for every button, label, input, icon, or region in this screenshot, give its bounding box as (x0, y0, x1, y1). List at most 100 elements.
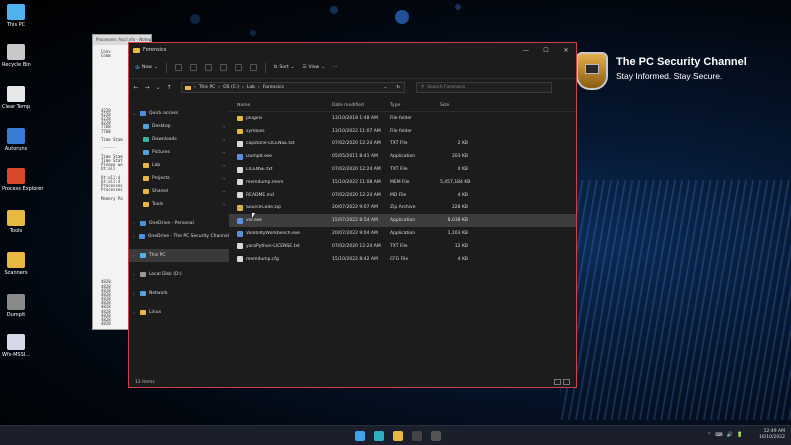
file-row[interactable]: README.md 07/02/2020 12:24 AM MD File 4 KB (229, 189, 576, 202)
nav-item[interactable]: ⌄ Quick access (129, 107, 229, 120)
file-type: Zip Archive (390, 205, 416, 211)
breadcrumb-this-pc[interactable]: This PC (199, 85, 215, 90)
tiles-view-button[interactable] (563, 379, 570, 385)
file-row[interactable]: capstone-LICENSE.txt 07/02/2020 12:24 AM T… (229, 138, 576, 151)
desktop-icon[interactable]: Recycle Bin (2, 44, 31, 68)
nav-item[interactable]: › This PC (129, 249, 229, 262)
window-title: Forensics (143, 47, 167, 53)
column-header-type[interactable]: Type (390, 103, 440, 108)
desktop-icon[interactable]: Clear Temp (2, 86, 30, 110)
nav-item[interactable]: Pictures ⊸ (129, 146, 229, 159)
document-icon (237, 243, 243, 250)
terminal-icon[interactable] (412, 431, 422, 441)
new-button[interactable]: ⊕ New ⌄ (135, 64, 158, 71)
clock[interactable]: 12:49 AM 16/10/2022 (759, 429, 785, 441)
nav-item-label: OneDrive - The PC Security Channel (147, 234, 229, 239)
column-header-size[interactable]: Size (440, 103, 468, 108)
paste-icon[interactable] (204, 64, 212, 71)
navigation-pane: ⌄ Quick access Desktop ⊸ Downloads ⊸ Pictures ⊸… (129, 99, 229, 377)
column-header-date[interactable]: Date modified (332, 103, 390, 108)
folder-icon (237, 128, 243, 134)
recent-chevron-icon[interactable]: ⌄ (155, 84, 161, 91)
file-row[interactable]: SourceCode.zip 20/07/2022 9:07 AM Zip Arch… (229, 202, 576, 215)
title-bar[interactable]: Forensics — ☐ ✕ (129, 43, 576, 57)
refresh-icon[interactable]: ↻ (396, 85, 400, 90)
file-type: TXT File (390, 243, 408, 249)
file-explorer-window[interactable]: Forensics — ☐ ✕ ⊕ New ⌄ ⇅ Sort ⌄ ☰ View … (128, 42, 577, 388)
keyboard-icon[interactable]: ⌨ (715, 432, 722, 438)
column-header-name[interactable]: Name (229, 103, 332, 108)
desktop-icon[interactable]: Scanners (2, 252, 30, 276)
file-row[interactable]: yaraPython-LICENSE.txt 07/02/2020 12:24 A… (229, 240, 576, 253)
view-button[interactable]: ☰ View ⌄ (302, 65, 325, 70)
breadcrumb-sep: › (194, 85, 196, 90)
file-row[interactable]: memdump.cfg 15/10/2022 8:42 AM CFG File 4 K… (229, 253, 576, 266)
expand-chevron-icon[interactable]: › (133, 291, 137, 296)
status-item-count: 12 items (135, 380, 155, 385)
monitor-icon (585, 64, 599, 74)
expand-chevron-icon[interactable]: › (133, 221, 137, 226)
nav-item[interactable]: Downloads ⊸ (129, 133, 229, 146)
battery-icon[interactable]: 🔋 (737, 432, 743, 438)
desktop-icon[interactable]: Process Explorer (2, 168, 43, 192)
address-bar[interactable]: › This PC › OS (C:) › Lab › Forensics ⌄ … (181, 82, 405, 93)
nav-item[interactable]: › Local Disk (D:) (129, 268, 229, 281)
cloud-icon (140, 221, 146, 226)
expand-chevron-icon[interactable]: › (133, 234, 136, 239)
nav-item[interactable]: Lab ⊸ (129, 159, 229, 172)
copy-icon[interactable] (189, 64, 197, 71)
file-row[interactable]: plugins 13/10/2018 1:48 AM File folder (229, 112, 576, 125)
expand-chevron-icon[interactable]: › (133, 310, 137, 315)
close-button[interactable]: ✕ (556, 47, 576, 54)
file-row[interactable]: vol.exe 15/07/2022 8:54 AM Application 8,03… (229, 214, 576, 228)
notepad-icon[interactable] (431, 431, 441, 441)
file-row[interactable]: symbols 13/10/2022 11:07 AM File folder (229, 125, 576, 138)
rename-icon[interactable] (219, 64, 227, 71)
more-options-button[interactable]: ··· (333, 65, 337, 70)
minimize-button[interactable]: — (516, 47, 536, 54)
desktop-icon[interactable]: Dumpit (2, 294, 30, 318)
sort-button[interactable]: ⇅ Sort ⌄ (274, 65, 295, 70)
file-explorer-icon[interactable] (393, 431, 403, 441)
start-icon[interactable] (355, 431, 365, 441)
breadcrumb-lab[interactable]: Lab (247, 85, 255, 90)
nav-item[interactable]: Projects ⊸ (129, 172, 229, 185)
search-input[interactable]: ⚲ Search Forensics (416, 82, 552, 93)
details-view-button[interactable] (554, 379, 561, 385)
edge-icon[interactable] (374, 431, 384, 441)
nav-item[interactable]: Desktop ⊸ (129, 120, 229, 133)
nav-item[interactable]: › OneDrive - Personal (129, 217, 229, 230)
delete-icon[interactable] (249, 64, 257, 71)
expand-chevron-icon[interactable]: › (133, 253, 137, 258)
file-name: memdump.mem (246, 179, 284, 185)
desktop-icon[interactable]: This PC (2, 4, 30, 28)
shortcut-icon (7, 44, 25, 60)
nav-item[interactable]: Tools ⊸ (129, 198, 229, 211)
share-icon[interactable] (234, 64, 242, 71)
file-row[interactable]: VolatilityWorkbench.exe 20/07/2022 9:04 A… (229, 227, 576, 240)
file-name-cell: DumpIt.exe (229, 153, 332, 160)
cut-icon[interactable] (174, 64, 182, 71)
nav-item[interactable]: › Network (129, 287, 229, 300)
file-type: TXT File (390, 141, 408, 147)
file-row[interactable]: memdump.mem 15/10/2022 11:08 AM MEM File 5,… (229, 176, 576, 189)
breadcrumb-forensics[interactable]: Forensics (263, 85, 284, 90)
address-dropdown-icon[interactable]: ⌄ (383, 85, 387, 90)
desktop-icon[interactable]: Wfs-MSSI... (2, 334, 30, 358)
nav-item[interactable]: › Linux (129, 306, 229, 319)
maximize-button[interactable]: ☐ (536, 47, 556, 54)
desktop-icon[interactable]: Autoruns (2, 128, 30, 152)
expand-chevron-icon[interactable]: ⌄ (133, 111, 137, 116)
volume-icon[interactable]: 🔊 (727, 432, 733, 438)
forward-arrow-icon[interactable]: → (144, 84, 150, 91)
show-hidden-icons-icon[interactable]: ⌃ (707, 432, 711, 438)
up-arrow-icon[interactable]: ↑ (166, 84, 172, 91)
breadcrumb-os-c[interactable]: OS (C:) (223, 85, 239, 90)
file-row[interactable]: LICENSE.txt 07/02/2020 12:24 AM TXT File 4 … (229, 163, 576, 176)
nav-item[interactable]: › OneDrive - The PC Security Channel (129, 230, 229, 243)
file-row[interactable]: DumpIt.exe 05/05/2011 8:41 AM Application 2… (229, 150, 576, 163)
nav-item[interactable]: Shared ⊸ (129, 185, 229, 198)
back-arrow-icon[interactable]: ← (133, 84, 139, 91)
desktop-icon[interactable]: Tools (2, 210, 30, 234)
expand-chevron-icon[interactable]: › (133, 272, 137, 277)
